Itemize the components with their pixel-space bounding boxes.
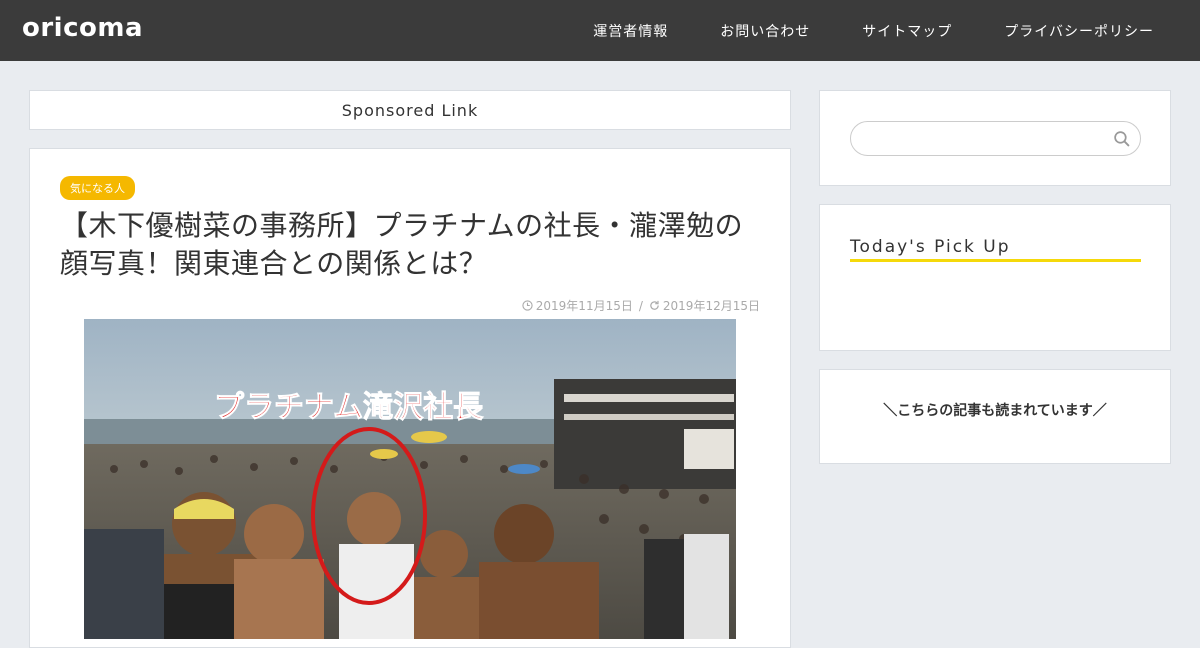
article-eyecatch-image: プラチナム滝沢社長 xyxy=(84,319,736,639)
updated-date: 2019年12月15日 xyxy=(662,299,760,313)
category-badge[interactable]: 気になる人 xyxy=(60,176,135,200)
recommended-widget: ＼こちらの記事も読まれています／ xyxy=(819,369,1171,464)
nav-item-sitemap[interactable]: サイトマップ xyxy=(862,21,952,41)
clock-icon xyxy=(522,300,533,311)
nav-item-privacy[interactable]: プライバシーポリシー xyxy=(1004,21,1154,41)
sponsored-label: Sponsored Link xyxy=(341,100,479,120)
search-icon[interactable] xyxy=(1113,130,1130,147)
refresh-icon xyxy=(650,300,659,310)
sponsored-link-box: Sponsored Link xyxy=(29,90,791,130)
search-widget xyxy=(819,90,1171,186)
nav-item-operator[interactable]: 運営者情報 xyxy=(593,21,668,41)
global-nav: 運営者情報 お問い合わせ サイトマップ プライバシーポリシー xyxy=(541,0,1154,61)
recommended-title: ＼こちらの記事も読まれています／ xyxy=(883,403,1107,419)
nav-item-contact[interactable]: お問い合わせ xyxy=(720,21,810,41)
article-card: 気になる人 【木下優樹菜の事務所】プラチナムの社長・瀧澤勉の顔写真！関東連合との… xyxy=(29,148,791,648)
site-header: oricoma 運営者情報 お問い合わせ サイトマップ プライバシーポリシー xyxy=(0,0,1200,61)
pick-up-widget: Today's Pick Up xyxy=(819,204,1171,351)
pick-up-title: Today's Pick Up xyxy=(850,237,1141,262)
search-input[interactable] xyxy=(865,128,1105,150)
article-dates: 2019年11月15日 / 2019年12月15日 xyxy=(522,297,760,314)
published-date: 2019年11月15日 xyxy=(535,299,633,313)
article-title: 【木下優樹菜の事務所】プラチナムの社長・瀧澤勉の顔写真！関東連合との関係とは？ xyxy=(60,209,744,280)
site-logo[interactable]: oricoma xyxy=(22,13,143,43)
search-box xyxy=(850,121,1141,156)
beach-photo: プラチナム滝沢社長 xyxy=(84,319,736,639)
date-separator: / xyxy=(638,298,643,313)
image-caption: プラチナム滝沢社長 xyxy=(214,390,484,425)
